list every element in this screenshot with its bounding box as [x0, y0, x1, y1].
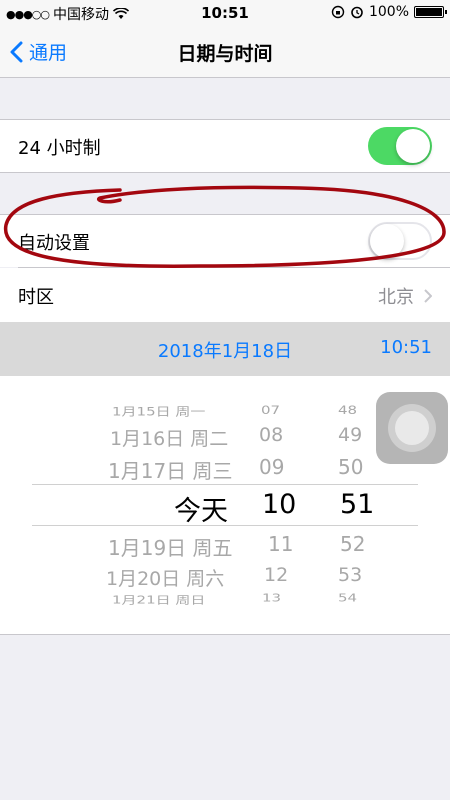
picker-hour-item[interactable]: 12	[264, 564, 288, 586]
picker-hour-item[interactable]: 11	[268, 532, 293, 556]
picker-minute-item[interactable]: 49	[338, 424, 362, 446]
picker-minute-item[interactable]: 48	[338, 403, 357, 417]
picker-hour-item[interactable]: 08	[259, 424, 283, 446]
status-bar: ●●●○○ 中国移动 10:51 100%	[0, 0, 450, 26]
battery-icon	[414, 6, 447, 18]
assistive-touch-inner-ring	[395, 411, 429, 445]
page-title: 日期与时间	[177, 43, 273, 65]
picker-date-item[interactable]: 1月16日 周二	[110, 424, 228, 451]
picker-date-item[interactable]: 1月15日 周一	[112, 404, 205, 420]
picker-date-selected[interactable]: 今天	[174, 489, 228, 528]
hour24-cell: 24 小时制	[0, 120, 450, 172]
battery-fill	[416, 8, 442, 16]
picker-selection-top-line	[32, 484, 418, 485]
alarm-icon	[351, 6, 363, 19]
current-datetime-row[interactable]: 2018年1月18日 10:51	[0, 322, 450, 376]
toggle-knob	[396, 129, 430, 163]
timezone-value-group: 北京	[378, 283, 432, 309]
hour24-label: 24 小时制	[18, 138, 101, 159]
picker-date-item[interactable]: 1月20日 周六	[106, 564, 224, 591]
timezone-cell[interactable]: 时区 北京	[0, 268, 450, 322]
divider	[0, 634, 450, 635]
auto-set-toggle[interactable]	[368, 222, 432, 260]
auto-set-cell: 自动设置	[0, 215, 450, 267]
picker-hour-selected[interactable]: 10	[262, 489, 296, 520]
picker-minute-item[interactable]: 50	[338, 455, 363, 479]
battery-percent: 100%	[368, 4, 409, 20]
auto-set-label: 自动设置	[18, 233, 90, 254]
assistive-touch-button[interactable]	[376, 392, 448, 464]
picker-minute-item[interactable]: 52	[340, 532, 365, 556]
timezone-label: 时区	[18, 287, 54, 308]
picker-minute-selected[interactable]: 51	[340, 489, 374, 520]
picker-hour-item[interactable]: 13	[262, 592, 281, 605]
nav-bar: 通用 日期与时间	[0, 26, 450, 78]
picker-date-item[interactable]: 1月21日 周日	[112, 592, 205, 607]
picker-date-item[interactable]: 1月19日 周五	[108, 532, 233, 561]
picker-minute-item[interactable]: 53	[338, 564, 362, 586]
timezone-value: 北京	[378, 287, 414, 308]
hour24-toggle[interactable]	[368, 127, 432, 165]
picker-minute-item[interactable]: 54	[338, 592, 357, 605]
picker-date-item[interactable]: 1月17日 周三	[108, 455, 233, 484]
picker-hour-item[interactable]: 09	[259, 455, 284, 479]
current-time: 10:51	[380, 337, 432, 358]
rotation-lock-icon	[331, 5, 345, 19]
chevron-right-icon	[424, 289, 432, 303]
divider	[0, 172, 450, 173]
status-right: 100%	[331, 4, 447, 20]
picker-hour-item[interactable]: 07	[261, 403, 280, 417]
toggle-knob	[370, 224, 404, 258]
